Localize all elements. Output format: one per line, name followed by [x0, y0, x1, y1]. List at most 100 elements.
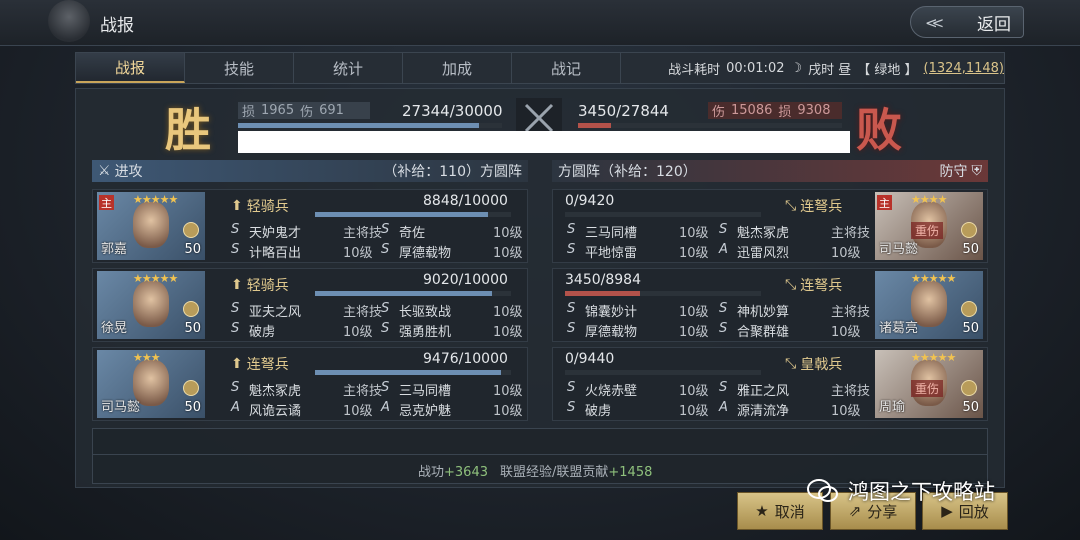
attack-supply: （补给：110）方圆阵	[383, 164, 522, 180]
skill-entry[interactable]: S 火烧赤壁 10级	[567, 380, 709, 399]
skill-entry[interactable]: S 亚夫之风 主将技	[231, 301, 382, 320]
skill-name: 长驱致战	[399, 305, 452, 320]
skill-entry[interactable]: S 魁杰冢虎 主将技	[231, 380, 382, 399]
skill-entry[interactable]: S 计略百出 10级	[231, 242, 373, 261]
hero-row[interactable]: ★★★ 司马懿 50 ⬆ 连弩兵 9476/10000 S 魁杰冢虎 主将技 S …	[92, 347, 528, 421]
skill-entry[interactable]: S 强勇胜机 10级	[381, 321, 523, 340]
skill-name: 厚德载物	[585, 325, 638, 340]
skill-grade: S	[719, 222, 728, 237]
redacted-band	[238, 131, 850, 153]
skill-grade: A	[719, 242, 728, 257]
hero-row[interactable]: ★★★★★ 重伤 周瑜 50 0/9440 ⤡ 皇戟兵 S 火烧赤壁 10级 S 雅…	[552, 347, 988, 421]
skill-grade: A	[381, 400, 390, 415]
hero-row[interactable]: ★★★★★ 徐晃 50 ⬆ 轻骑兵 9020/10000 S 亚夫之风 主将技 S…	[92, 268, 528, 342]
skill-name: 强勇胜机	[399, 325, 452, 340]
hero-portrait[interactable]: ★★★ 司马懿 50	[97, 350, 205, 418]
skill-name: 厚德载物	[399, 246, 452, 261]
hero-face	[133, 202, 169, 248]
crossbow-icon: ⤡	[785, 277, 797, 293]
skill-entry[interactable]: S 厚德载物 10级	[567, 321, 709, 340]
hero-portrait[interactable]: ★★★★★ 重伤 周瑜 50	[875, 350, 983, 418]
alliance-value: +1458	[608, 465, 653, 480]
skill-level: 10级	[679, 246, 709, 261]
unit-type: ⤡ 连弩兵	[785, 198, 843, 215]
hero-row[interactable]: ★★★★ 主重伤 司马懿 50 0/9420 ⤡ 连弩兵 S 三马同槽 10级 S …	[552, 189, 988, 263]
page-title: 战报	[100, 16, 134, 36]
hero-portrait[interactable]: ★★★★★ 徐晃 50	[97, 271, 205, 339]
unit-type: ⤡ 皇戟兵	[785, 356, 843, 373]
skill-grade: S	[231, 321, 240, 336]
medal-icon	[961, 301, 977, 317]
skill-grade: S	[231, 380, 240, 395]
attack-label: 进攻	[114, 164, 143, 180]
skill-entry[interactable]: S 破虏 10级	[567, 400, 709, 419]
coordinates-link[interactable]: (1324,1148)	[924, 61, 1004, 76]
star-rating: ★★★★★	[133, 193, 178, 206]
back-button[interactable]: << 返回	[910, 6, 1024, 38]
loss-value: 1965	[261, 103, 295, 118]
skill-level: 主将技	[343, 305, 383, 320]
skill-name: 魁杰冢虎	[737, 226, 790, 241]
hero-portrait[interactable]: ★★★★ 主重伤 司马懿 50	[875, 192, 983, 260]
skill-entry[interactable]: S 神机妙算 主将技	[719, 301, 870, 320]
skill-entry[interactable]: S 厚德载物 10级	[381, 242, 523, 261]
skill-level: 10级	[679, 305, 709, 320]
hero-hp: 9476/10000	[423, 351, 508, 367]
hero-level: 50	[962, 242, 979, 257]
merit-label: 战功	[418, 465, 445, 480]
skill-entry[interactable]: S 长驱致战 10级	[381, 301, 523, 320]
skill-name: 迅雷风烈	[737, 246, 790, 261]
skill-entry[interactable]: S 奇佐 10级	[381, 222, 523, 241]
hero-row[interactable]: ★★★★★ 主 郭嘉 50 ⬆ 轻骑兵 8848/10000 S 天妒鬼才 主将技 …	[92, 189, 528, 263]
skill-entry[interactable]: S 合聚群雄 10级	[719, 321, 861, 340]
skill-level: 10级	[679, 404, 709, 419]
skill-entry[interactable]: A 迅雷风烈 10级	[719, 242, 861, 261]
watermark-text: 鸿图之下攻略站	[848, 480, 995, 504]
skill-level: 10级	[493, 246, 523, 261]
skill-entry[interactable]: S 三马同槽 10级	[381, 380, 523, 399]
skill-entry[interactable]: S 天妒鬼才 主将技	[231, 222, 382, 241]
hero-hp: 0/9440	[565, 351, 615, 367]
hero-level: 50	[962, 321, 979, 336]
crossbow-icon: ⤡	[785, 356, 797, 372]
skill-entry[interactable]: A 风诡云谲 10级	[231, 400, 373, 419]
skill-entry[interactable]: A 源清流净 10级	[719, 400, 861, 419]
skill-name: 合聚群雄	[737, 325, 790, 340]
skill-level: 10级	[493, 384, 523, 399]
skill-name: 破虏	[585, 404, 612, 419]
skill-name: 天妒鬼才	[249, 226, 302, 241]
hero-row[interactable]: ★★★★★ 诸葛亮 50 3450/8984 ⤡ 连弩兵 S 锦囊妙计 10级 S…	[552, 268, 988, 342]
skill-level: 10级	[679, 384, 709, 399]
skill-entry[interactable]: S 三马同槽 10级	[567, 222, 709, 241]
tab-bonus[interactable]: 加成	[403, 53, 512, 83]
tab-skills[interactable]: 技能	[185, 53, 294, 83]
skill-level: 10级	[493, 325, 523, 340]
attacker-losses: 损 1965 伤 691	[238, 102, 370, 120]
skill-entry[interactable]: S 雅正之风 主将技	[719, 380, 870, 399]
skill-grade: S	[231, 301, 240, 316]
hero-hp-bar	[565, 291, 761, 296]
hero-level: 50	[962, 400, 979, 415]
skill-entry[interactable]: S 平地惊雷 10级	[567, 242, 709, 261]
skill-name: 风诡云谲	[249, 404, 302, 419]
hero-portrait[interactable]: ★★★★★ 主 郭嘉 50	[97, 192, 205, 260]
back-label: 返回	[977, 14, 1011, 35]
skill-grade: S	[381, 321, 390, 336]
hero-hp-bar	[315, 212, 511, 217]
skill-level: 10级	[343, 246, 373, 261]
defender-troops-bar	[578, 123, 842, 128]
skill-entry[interactable]: S 破虏 10级	[231, 321, 373, 340]
cavalry-icon: ⬆	[231, 198, 243, 214]
skill-entry[interactable]: A 忌克妒魅 10级	[381, 400, 523, 419]
tab-statistics[interactable]: 统计	[294, 53, 403, 83]
unit-type: ⬆ 连弩兵	[231, 356, 289, 373]
defender-troops: 3450/27844	[578, 102, 669, 120]
star-rating: ★★★★★	[911, 351, 956, 364]
divider	[92, 454, 988, 455]
medal-icon	[183, 380, 199, 396]
tab-report[interactable]: 战报	[76, 53, 185, 83]
skill-entry[interactable]: S 锦囊妙计 10级	[567, 301, 709, 320]
tab-battle-log[interactable]: 战记	[512, 53, 621, 83]
skill-entry[interactable]: S 魁杰冢虎 主将技	[719, 222, 870, 241]
hero-portrait[interactable]: ★★★★★ 诸葛亮 50	[875, 271, 983, 339]
